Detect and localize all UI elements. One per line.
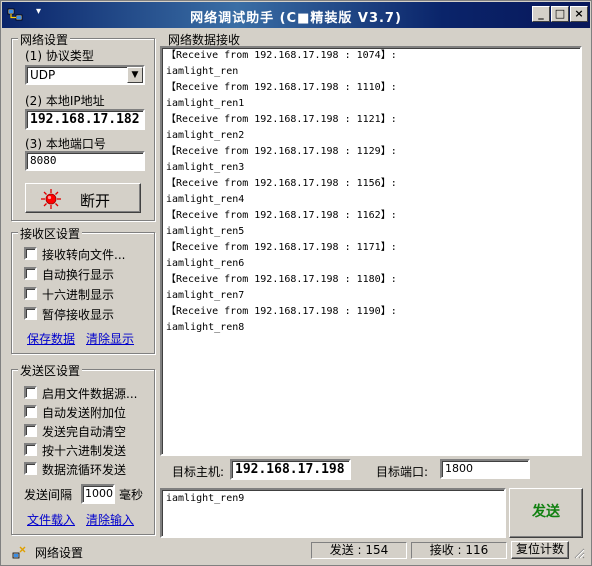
append-bits-checkbox[interactable]	[24, 405, 37, 418]
auto-clear-label: 发送完自动清空	[42, 425, 127, 439]
loop-send-label: 数据流循环发送	[42, 463, 127, 477]
protocol-select[interactable]: UDP ▼	[25, 65, 145, 85]
auto-wrap-label: 自动换行显示	[42, 268, 115, 282]
receive-data-line: iamlight_ren5	[166, 226, 245, 237]
receive-settings-title: 接收区设置	[18, 225, 83, 242]
local-ip-label: (2) 本地IP地址	[25, 94, 105, 108]
target-port-label: 目标端口:	[376, 465, 429, 479]
app-window: ▾ 网络调试助手 (C■精装版 V3.7) _ □ × 网络设置 (1) 协议类…	[0, 0, 592, 566]
receive-data-line: iamlight_ren	[166, 66, 239, 77]
receive-header-line: 【Receive from 192.168.17.198 : 1156】:	[166, 178, 397, 189]
receive-data-line: iamlight_ren4	[166, 194, 245, 205]
send-interval-field[interactable]: 1000	[81, 484, 115, 504]
clear-input-link[interactable]: 清除输入	[86, 511, 134, 528]
protocol-label: (1) 协议类型	[25, 49, 94, 63]
receive-header-line: 【Receive from 192.168.17.198 : 1129】:	[166, 146, 397, 157]
sent-count: 发送 : 154	[311, 542, 407, 559]
status-text: 网络设置	[35, 546, 84, 560]
send-interval-unit: 毫秒	[119, 488, 144, 502]
receive-header-line: 【Receive from 192.168.17.198 : 1121】:	[166, 114, 397, 125]
local-port-field[interactable]: 8080	[25, 151, 145, 171]
clear-display-link[interactable]: 清除显示	[86, 330, 134, 347]
local-ip-field[interactable]: 192.168.17.182	[25, 109, 145, 130]
file-source-checkbox[interactable]	[24, 386, 37, 399]
disconnect-button[interactable]: 断开	[25, 183, 141, 213]
recv-to-file-checkbox[interactable]	[24, 247, 37, 260]
auto-clear-checkbox[interactable]	[24, 424, 37, 437]
connection-status-light-icon	[41, 189, 61, 209]
append-bits-label: 自动发送附加位	[42, 406, 127, 420]
hex-send-label: 按十六进制发送	[42, 444, 127, 458]
receive-header-line: 【Receive from 192.168.17.198 : 1171】:	[166, 242, 397, 253]
loop-send-checkbox[interactable]	[24, 462, 37, 475]
receive-header-line: 【Receive from 192.168.17.198 : 1162】:	[166, 210, 397, 221]
dropdown-arrow-icon[interactable]: ▼	[127, 67, 143, 83]
target-port-field[interactable]: 1800	[440, 459, 530, 479]
receive-header-line: 【Receive from 192.168.17.198 : 1190】:	[166, 306, 397, 317]
receive-data-line: iamlight_ren7	[166, 290, 245, 301]
recv-to-file-label: 接收转向文件...	[42, 248, 126, 262]
disconnect-button-label: 断开	[80, 192, 111, 210]
protocol-value: UDP	[30, 68, 56, 82]
receive-data-line: iamlight_ren8	[166, 322, 245, 333]
minimize-button[interactable]: _	[532, 6, 550, 22]
receive-header-line: 【Receive from 192.168.17.198 : 1180】:	[166, 274, 397, 285]
target-host-field[interactable]: 192.168.17.198	[230, 459, 351, 480]
title-bar[interactable]: ▾ 网络调试助手 (C■精装版 V3.7) _ □ ×	[2, 2, 590, 28]
pause-display-label: 暂停接收显示	[42, 308, 115, 322]
target-host-label: 目标主机:	[172, 465, 225, 479]
hex-display-checkbox[interactable]	[24, 287, 37, 300]
network-status-icon	[12, 546, 26, 559]
auto-wrap-checkbox[interactable]	[24, 267, 37, 280]
hex-display-label: 十六进制显示	[42, 288, 115, 302]
maximize-button[interactable]: □	[551, 6, 569, 22]
receive-textarea[interactable]: 【Receive from 192.168.17.198 : 1074】: iam…	[160, 46, 582, 456]
send-button[interactable]: 发送	[509, 488, 583, 538]
receive-data-line: iamlight_ren3	[166, 162, 245, 173]
receive-data-line: iamlight_ren1	[166, 98, 245, 109]
status-bar: 网络设置 发送 : 154 接收 : 116 复位计数	[3, 541, 589, 563]
resize-grip-icon[interactable]	[573, 547, 585, 559]
reset-count-button[interactable]: 复位计数	[511, 541, 569, 559]
network-settings-title: 网络设置	[18, 31, 71, 48]
send-interval-label: 发送间隔	[24, 488, 73, 502]
close-button[interactable]: ×	[570, 6, 588, 22]
receive-data-line: iamlight_ren6	[166, 258, 245, 269]
send-settings-title: 发送区设置	[18, 362, 83, 379]
hex-send-checkbox[interactable]	[24, 443, 37, 456]
receive-data-line: iamlight_ren2	[166, 130, 245, 141]
file-source-label: 启用文件数据源...	[42, 387, 138, 401]
received-count: 接收 : 116	[411, 542, 507, 559]
pause-display-checkbox[interactable]	[24, 307, 37, 320]
receive-header-line: 【Receive from 192.168.17.198 : 1074】:	[166, 50, 397, 61]
receive-header-line: 【Receive from 192.168.17.198 : 1110】:	[166, 82, 397, 93]
load-file-link[interactable]: 文件载入	[27, 511, 75, 528]
save-data-link[interactable]: 保存数据	[27, 330, 75, 347]
send-textarea[interactable]: iamlight_ren9	[160, 488, 506, 538]
window-title: 网络调试助手 (C■精装版 V3.7)	[190, 11, 402, 26]
local-port-label: (3) 本地端口号	[25, 137, 106, 151]
